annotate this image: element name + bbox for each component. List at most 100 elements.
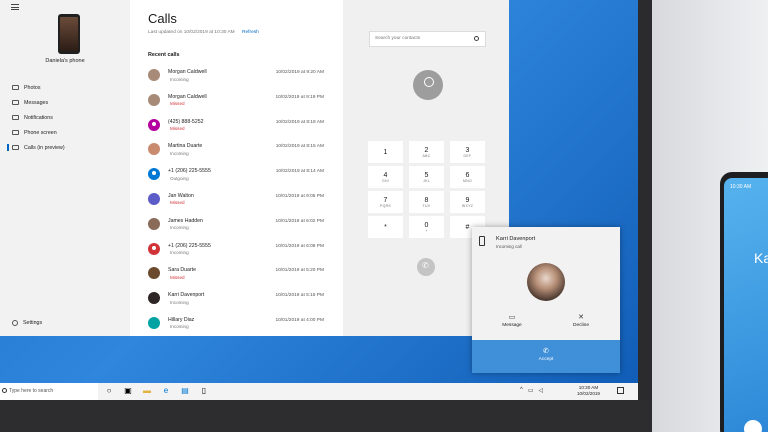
- contact-avatar: [148, 217, 160, 230]
- dial-key[interactable]: 0 +: [409, 216, 444, 238]
- call-button[interactable]: [417, 258, 435, 276]
- gear-icon: [12, 320, 18, 326]
- call-contact-name: (425) 888-5252: [168, 118, 204, 125]
- incoming-call-toast: Karri Davenport Incoming call ▭ Message …: [472, 227, 620, 373]
- sidebar-nav: Photos Messages Notifications Phone scre…: [0, 80, 130, 155]
- call-time: 10/02/2019 at 9:20 AM: [275, 70, 324, 75]
- refresh-link[interactable]: Refresh: [242, 30, 259, 35]
- sidebar-item-photos[interactable]: Photos: [0, 80, 130, 95]
- network-icon[interactable]: ▭: [528, 387, 534, 394]
- sidebar-item-notifications[interactable]: Notifications: [0, 110, 130, 125]
- hamburger-menu-icon[interactable]: [11, 4, 19, 10]
- call-row[interactable]: Morgan Caldwell Incoming 10/02/2019 at 9:2…: [148, 66, 338, 91]
- dial-key[interactable]: 4 GHI: [368, 166, 403, 188]
- dial-key-letters: TUV: [422, 203, 431, 208]
- sidebar-item-label: Photos: [24, 84, 41, 91]
- sidebar: Daniela's phone Photos Messages Notifica…: [0, 0, 130, 336]
- volume-icon[interactable]: ◁: [539, 387, 544, 394]
- dial-keypad: 1 2 ABC 3 DEF 4 GHI 5 JKL 6 MNO 7 PQRS 8 TUV 9 WXYZ * 0 + #: [368, 141, 488, 238]
- call-row[interactable]: Jan Walton Missed 10/01/2019 at 9:05 PM: [148, 190, 338, 215]
- decline-label: Decline: [573, 323, 589, 328]
- messages-icon: [12, 100, 19, 105]
- call-contact-name: Hillary Diaz: [168, 316, 195, 323]
- task-view-icon[interactable]: ▣: [123, 386, 133, 396]
- call-time: 10/01/2019 at 6:08 PM: [275, 243, 324, 249]
- dial-key-letters: GHI: [381, 178, 390, 183]
- search-input[interactable]: Search your contacts: [369, 31, 486, 47]
- call-row[interactable]: +1 (206) 225-5555 Outgoing 10/02/2019 at 8…: [148, 165, 338, 190]
- accept-button[interactable]: ✆ Accept: [472, 340, 620, 373]
- call-row[interactable]: James Hadden Incoming 10/01/2019 at 6:02 P…: [148, 215, 338, 240]
- dial-key[interactable]: 5 JKL: [409, 166, 444, 188]
- dial-key[interactable]: 9 WXYZ: [450, 191, 485, 213]
- chevron-up-icon[interactable]: ^: [520, 387, 523, 394]
- call-type: Missed: [170, 200, 185, 206]
- dial-key[interactable]: 3 DEF: [450, 141, 485, 163]
- call-row[interactable]: Karri Davenport Incoming 10/01/2019 at 5:1…: [148, 289, 338, 314]
- phone-call-icon: ✆: [543, 348, 549, 355]
- dial-key-letters: MNO: [462, 178, 473, 183]
- dial-key[interactable]: 2 ABC: [409, 141, 444, 163]
- phone-accept-indicator: [744, 420, 762, 432]
- call-contact-name: +1 (206) 225-5555: [168, 168, 211, 175]
- call-row[interactable]: Sara Duarte Missed 10/01/2019 at 5:20 PM: [148, 264, 338, 289]
- call-row[interactable]: Morgan Caldwell Missed 10/02/2019 at 9:19 …: [148, 91, 338, 116]
- message-button[interactable]: ▭ Message: [487, 313, 537, 328]
- toast-caller-name: Karri Davenport: [496, 236, 536, 242]
- call-time: 10/01/2019 at 5:15 PM: [275, 293, 324, 299]
- contact-avatar: [148, 69, 160, 81]
- contact-avatar: [148, 192, 160, 205]
- dial-key-letters: DEF: [463, 153, 472, 158]
- sidebar-item-label: Notifications: [24, 114, 53, 121]
- call-contact-name: Martina Duarte: [168, 143, 203, 150]
- sidebar-item-calls[interactable]: Calls (in preview): [0, 140, 130, 155]
- file-explorer-icon[interactable]: ▬: [142, 386, 152, 396]
- message-icon: ▭: [508, 314, 516, 321]
- message-label: Message: [502, 323, 522, 328]
- dial-key-number: 8: [424, 196, 429, 204]
- taskbar-search[interactable]: Type here to search: [0, 383, 98, 400]
- dial-key[interactable]: 7 PQRS: [368, 191, 403, 213]
- dial-key[interactable]: 6 MNO: [450, 166, 485, 188]
- call-row[interactable]: Martina Duarte Incoming 10/02/2019 at 8:15…: [148, 140, 338, 165]
- call-type: Incoming: [170, 250, 189, 256]
- search-icon[interactable]: [474, 36, 479, 41]
- dial-key[interactable]: 8 TUV: [409, 191, 444, 213]
- last-updated-text: Last updated on 10/02/2019 at 10:30 AM: [148, 30, 235, 35]
- edge-icon[interactable]: e: [161, 386, 171, 396]
- sidebar-item-messages[interactable]: Messages: [0, 95, 130, 110]
- call-type: Outgoing: [170, 175, 189, 181]
- dial-key[interactable]: *: [368, 216, 403, 238]
- call-row[interactable]: +1 (206) 225-5555 Incoming 10/01/2019 at 6…: [148, 240, 338, 265]
- action-center-icon[interactable]: [617, 387, 624, 394]
- contact-avatar: [148, 93, 160, 106]
- phone-caller-initial: Ka: [754, 250, 768, 266]
- dial-key-letters: PQRS: [379, 203, 392, 208]
- taskbar-clock[interactable]: 10:30 AM 10/02/2019: [577, 385, 600, 397]
- taskbar-apps: ○ ▣ ▬ e ▤ ▯: [104, 386, 209, 396]
- dial-key-letters: +: [425, 228, 428, 233]
- cortana-icon[interactable]: ○: [104, 386, 114, 396]
- monitor-bezel: [638, 0, 652, 400]
- settings-button[interactable]: Settings: [12, 320, 42, 326]
- decline-button[interactable]: ✕ Decline: [556, 313, 606, 328]
- your-phone-taskbar-icon[interactable]: ▯: [199, 386, 209, 396]
- contact-avatar: [148, 118, 160, 131]
- store-icon[interactable]: ▤: [180, 386, 190, 396]
- sidebar-item-label: Phone screen: [24, 129, 57, 136]
- dial-key-number: 9: [465, 196, 470, 204]
- caller-avatar: [527, 263, 565, 301]
- phone-status-time: 10:30 AM: [730, 184, 752, 190]
- device-name: Daniela's phone: [45, 58, 85, 64]
- system-tray: ^ ▭ ◁: [520, 387, 543, 394]
- call-row[interactable]: (425) 888-5252 Missed 10/02/2019 at 8:18 A…: [148, 116, 338, 141]
- dial-key[interactable]: 1: [368, 141, 403, 163]
- sidebar-item-phone-screen[interactable]: Phone screen: [0, 125, 130, 140]
- call-type: Incoming: [170, 76, 189, 82]
- call-time: 10/02/2019 at 8:14 AM: [275, 169, 324, 175]
- call-row[interactable]: Hillary Diaz Incoming 10/01/2019 at 4:00 P…: [148, 314, 338, 339]
- call-contact-name: James Hadden: [168, 217, 203, 224]
- physical-phone: 10:30 AM Ka: [720, 172, 768, 432]
- phone-thumbnail: [58, 14, 80, 54]
- sidebar-item-label: Calls (in preview): [24, 144, 65, 151]
